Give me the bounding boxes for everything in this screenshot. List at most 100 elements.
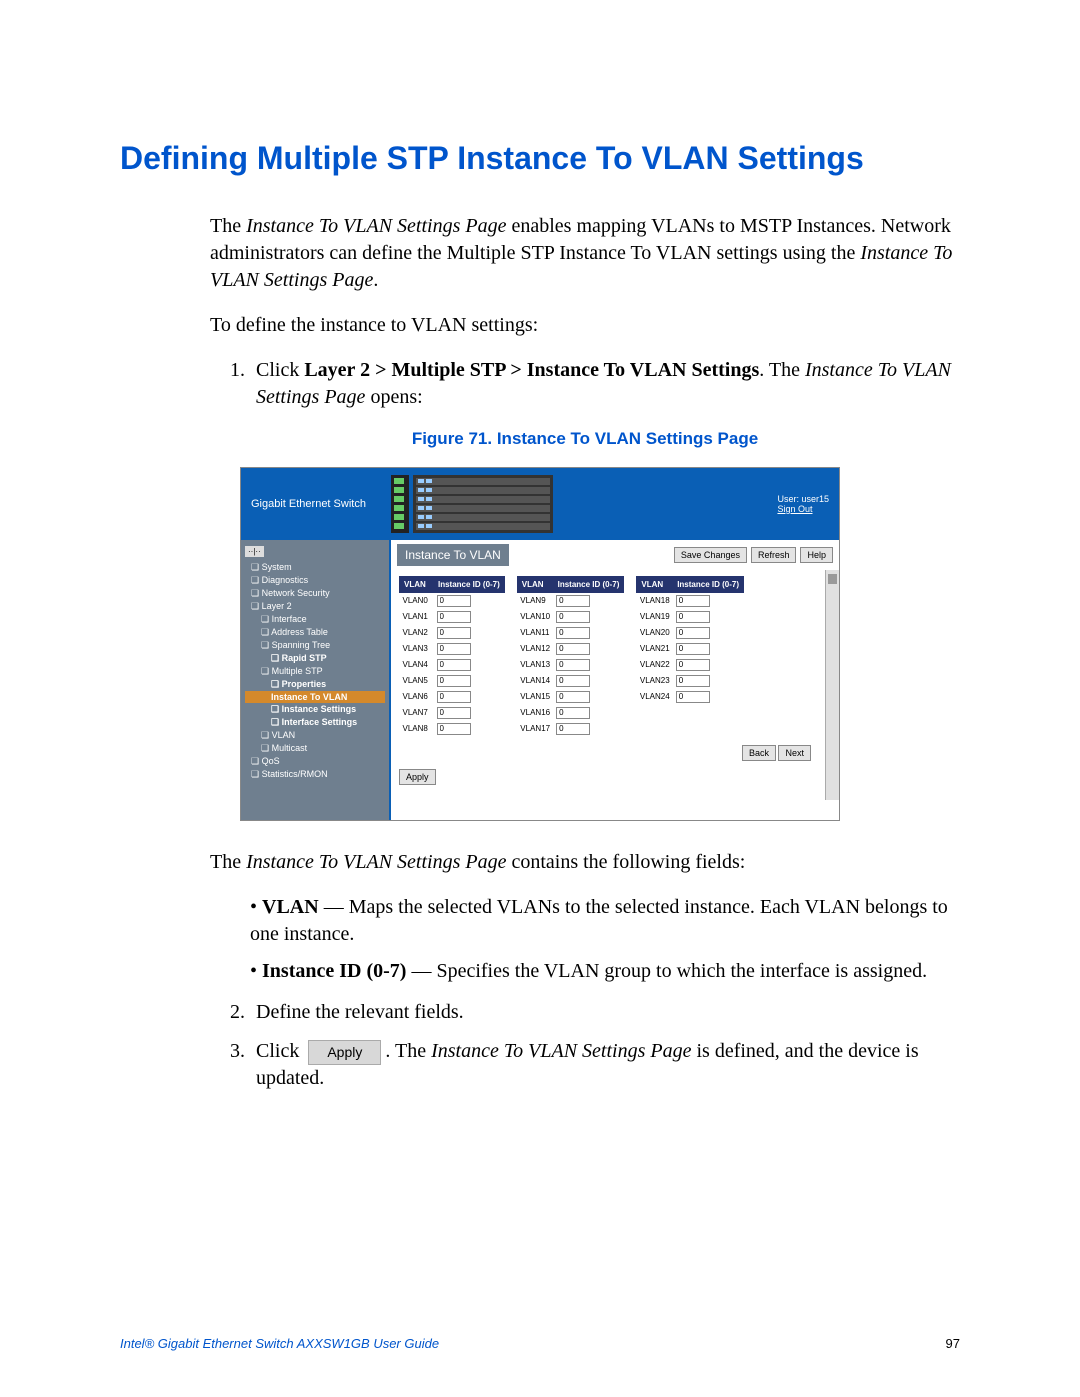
refresh-button[interactable]: Refresh xyxy=(751,547,797,563)
vlan-label: VLAN8 xyxy=(400,721,434,737)
instance-id-input[interactable] xyxy=(437,707,471,719)
nav-item[interactable]: ❏ VLAN xyxy=(245,729,385,742)
table-row: VLAN17 xyxy=(517,721,624,737)
nav-item[interactable]: Instance To VLAN xyxy=(245,691,385,703)
nav-item[interactable]: ❏ System xyxy=(245,561,385,574)
table-row: VLAN16 xyxy=(517,705,624,721)
vlan-label: VLAN12 xyxy=(517,641,553,657)
nav-item[interactable]: ❏ Multiple STP xyxy=(245,665,385,678)
vlan-label: VLAN10 xyxy=(517,609,553,625)
instance-id-input[interactable] xyxy=(437,611,471,623)
table-row: VLAN5 xyxy=(400,673,505,689)
nav-item[interactable]: ❏ Diagnostics xyxy=(245,574,385,587)
text: . xyxy=(373,269,378,291)
help-button[interactable]: Help xyxy=(800,547,833,563)
text: contains the following fields: xyxy=(506,851,745,873)
back-button[interactable]: Back xyxy=(742,745,776,761)
instance-id-input[interactable] xyxy=(556,675,590,687)
nav-item[interactable]: ❏ QoS xyxy=(245,755,385,768)
instance-id-input[interactable] xyxy=(437,659,471,671)
instance-id-input[interactable] xyxy=(556,611,590,623)
nav-collapse-icon[interactable]: ··|·· xyxy=(245,546,264,557)
text: — Specifies the VLAN group to which the … xyxy=(406,960,927,982)
vlan-label: VLAN7 xyxy=(400,705,434,721)
save-changes-button[interactable]: Save Changes xyxy=(674,547,747,563)
next-button[interactable]: Next xyxy=(778,745,811,761)
fields-intro: The Instance To VLAN Settings Page conta… xyxy=(210,849,960,876)
table-row: VLAN13 xyxy=(517,657,624,673)
instance-id-input[interactable] xyxy=(437,595,471,607)
scrollbar[interactable] xyxy=(825,570,839,800)
instance-id-input[interactable] xyxy=(556,723,590,735)
instance-id-input[interactable] xyxy=(676,659,710,671)
instance-id-input[interactable] xyxy=(676,627,710,639)
page-title: Defining Multiple STP Instance To VLAN S… xyxy=(120,140,960,177)
vlan-label: VLAN2 xyxy=(400,625,434,641)
instance-id-input[interactable] xyxy=(556,643,590,655)
ss-brand: Gigabit Ethernet Switch xyxy=(251,498,391,510)
vlan-label: VLAN0 xyxy=(400,592,434,609)
text-italic: Instance To VLAN Settings Page xyxy=(246,215,506,237)
vlan-label: VLAN1 xyxy=(400,609,434,625)
instance-id-input[interactable] xyxy=(556,659,590,671)
instance-id-input[interactable] xyxy=(556,627,590,639)
text: . The xyxy=(759,359,805,381)
instance-id-input[interactable] xyxy=(676,675,710,687)
user-label: User: user15 xyxy=(777,494,829,504)
table-row: VLAN7 xyxy=(400,705,505,721)
nav-item[interactable]: ❏ Layer 2 xyxy=(245,600,385,613)
col-header-vlan: VLAN xyxy=(517,576,553,592)
vlan-label: VLAN9 xyxy=(517,592,553,609)
step-1: Click Layer 2 > Multiple STP > Instance … xyxy=(250,357,960,411)
instance-id-input[interactable] xyxy=(556,707,590,719)
ss-header: Gigabit Ethernet Switch User: user15 Sig… xyxy=(241,468,839,540)
instance-id-input[interactable] xyxy=(556,691,590,703)
text: The xyxy=(210,851,246,873)
instance-id-input[interactable] xyxy=(676,691,710,703)
field-vlan: VLAN — Maps the selected VLANs to the se… xyxy=(250,894,960,948)
text-italic: Instance To VLAN Settings Page xyxy=(431,1040,691,1062)
nav-item[interactable]: ❏ Network Security xyxy=(245,587,385,600)
nav-item[interactable]: ❏ Instance Settings xyxy=(245,703,385,716)
vlan-label: VLAN3 xyxy=(400,641,434,657)
nav-item[interactable]: ❏ Address Table xyxy=(245,626,385,639)
instance-id-input[interactable] xyxy=(437,691,471,703)
table-row: VLAN12 xyxy=(517,641,624,657)
vlan-label: VLAN20 xyxy=(637,625,673,641)
instance-id-input[interactable] xyxy=(676,611,710,623)
table-row: VLAN14 xyxy=(517,673,624,689)
intro-paragraph: The Instance To VLAN Settings Page enabl… xyxy=(210,213,960,294)
table-row: VLAN0 xyxy=(400,592,505,609)
col-header-instance: Instance ID (0-7) xyxy=(553,576,624,592)
instance-id-input[interactable] xyxy=(676,643,710,655)
vlan-label: VLAN19 xyxy=(637,609,673,625)
sign-out-link[interactable]: Sign Out xyxy=(777,504,829,514)
instance-id-input[interactable] xyxy=(556,595,590,607)
page-footer: Intel® Gigabit Ethernet Switch AXXSW1GB … xyxy=(120,1336,960,1351)
figure-caption: Figure 71. Instance To VLAN Settings Pag… xyxy=(210,429,960,449)
table-row: VLAN9 xyxy=(517,592,624,609)
instance-id-input[interactable] xyxy=(437,643,471,655)
vlan-label: VLAN21 xyxy=(637,641,673,657)
table-row: VLAN3 xyxy=(400,641,505,657)
instance-id-input[interactable] xyxy=(676,595,710,607)
instance-id-input[interactable] xyxy=(437,675,471,687)
instance-id-input[interactable] xyxy=(437,627,471,639)
nav-item[interactable]: ❏ Interface xyxy=(245,613,385,626)
user-box: User: user15 Sign Out xyxy=(777,494,829,514)
nav-item[interactable]: ❏ Statistics/RMON xyxy=(245,768,385,781)
apply-button[interactable]: Apply xyxy=(399,769,436,785)
instance-id-input[interactable] xyxy=(437,723,471,735)
text-bold: VLAN xyxy=(262,896,319,918)
vlan-label: VLAN5 xyxy=(400,673,434,689)
table-row: VLAN11 xyxy=(517,625,624,641)
vlan-label: VLAN15 xyxy=(517,689,553,705)
embedded-screenshot: Gigabit Ethernet Switch User: user15 Sig… xyxy=(240,467,840,821)
nav-item[interactable]: ❏ Multicast xyxy=(245,742,385,755)
table-row: VLAN22 xyxy=(637,657,744,673)
table-row: VLAN2 xyxy=(400,625,505,641)
nav-item[interactable]: ❏ Spanning Tree xyxy=(245,639,385,652)
nav-item[interactable]: ❏ Properties xyxy=(245,678,385,691)
nav-item[interactable]: ❏ Rapid STP xyxy=(245,652,385,665)
nav-item[interactable]: ❏ Interface Settings xyxy=(245,716,385,729)
